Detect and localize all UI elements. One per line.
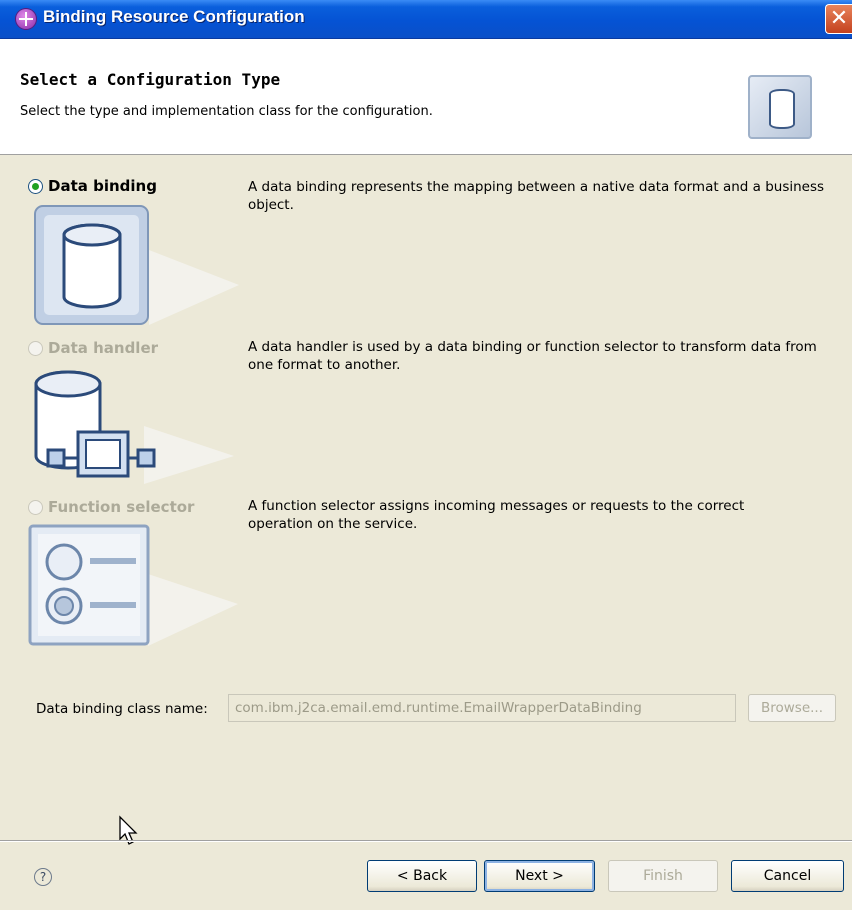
page-title: Select a Configuration Type xyxy=(20,70,281,89)
data-handler-radio[interactable] xyxy=(28,340,43,356)
database-icon xyxy=(748,75,812,139)
cancel-button[interactable]: Cancel xyxy=(731,860,844,892)
function-selector-description: A function selector assigns incoming mes… xyxy=(248,498,745,532)
class-name-field[interactable]: com.ibm.j2ca.email.emd.runtime.EmailWrap… xyxy=(228,694,736,722)
database-icon xyxy=(34,205,239,330)
data-handler-label[interactable]: Data handler xyxy=(48,339,158,357)
footer-divider xyxy=(0,840,852,842)
back-button[interactable]: < Back xyxy=(367,860,477,892)
class-name-label: Data binding class name: xyxy=(36,701,208,717)
next-button[interactable]: Next > xyxy=(484,860,595,892)
function-selector-radio[interactable] xyxy=(28,499,43,515)
data-binding-radio[interactable] xyxy=(28,178,43,194)
page-description: Select the type and implementation class… xyxy=(20,104,433,119)
wizard-header xyxy=(0,39,852,155)
finish-button[interactable]: Finish xyxy=(608,860,718,892)
data-binding-description: A data binding represents the mapping be… xyxy=(248,179,825,213)
window-title: Binding Resource Configuration xyxy=(43,7,305,26)
option-data-binding[interactable]: Data binding xyxy=(28,177,157,195)
option-function-selector[interactable]: Function selector xyxy=(28,498,194,516)
function-selector-icon xyxy=(28,524,238,649)
function-selector-label[interactable]: Function selector xyxy=(48,498,194,516)
title-bar: Binding Resource Configuration ✕ xyxy=(0,0,852,39)
data-handler-icon xyxy=(34,366,234,486)
close-button[interactable]: ✕ xyxy=(825,4,852,34)
data-binding-label[interactable]: Data binding xyxy=(48,177,157,195)
browse-button[interactable]: Browse... xyxy=(748,694,836,722)
wizard-icon xyxy=(16,9,36,29)
option-data-handler[interactable]: Data handler xyxy=(28,339,158,357)
mouse-cursor-icon xyxy=(119,815,138,845)
data-handler-description: A data handler is used by a data binding… xyxy=(248,339,817,373)
help-icon[interactable]: ? xyxy=(34,868,52,886)
